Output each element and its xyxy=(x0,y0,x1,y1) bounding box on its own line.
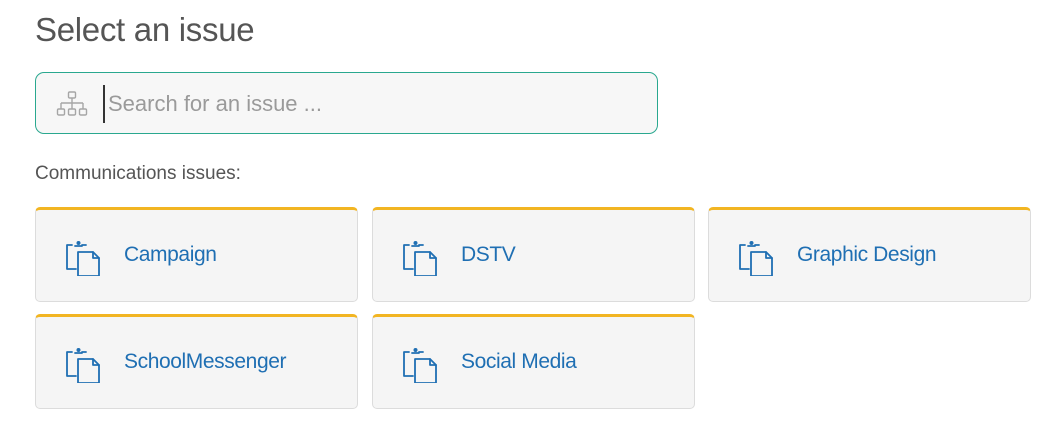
issue-card-graphic-design[interactable]: Graphic Design xyxy=(708,207,1031,302)
clipboard-icon xyxy=(66,241,100,276)
issue-selection-page: Select an issue Communications issues: C… xyxy=(0,0,1038,425)
search-input[interactable] xyxy=(103,85,633,123)
search-box[interactable] xyxy=(35,72,658,134)
clipboard-icon xyxy=(66,348,100,383)
issue-label: Social Media xyxy=(461,350,577,373)
page-title: Select an issue xyxy=(35,11,255,48)
issue-label: DSTV xyxy=(461,243,516,266)
issue-label: SchoolMessenger xyxy=(124,350,287,373)
issue-card-schoolmessenger[interactable]: SchoolMessenger xyxy=(35,314,358,409)
issue-label: Campaign xyxy=(124,243,217,266)
issue-card-dstv[interactable]: DSTV xyxy=(372,207,695,302)
issue-card-social-media[interactable]: Social Media xyxy=(372,314,695,409)
issue-label: Graphic Design xyxy=(797,243,937,266)
clipboard-icon xyxy=(403,348,437,383)
section-label: Communications issues: xyxy=(35,163,241,184)
sitemap-icon xyxy=(56,91,88,116)
clipboard-icon xyxy=(403,241,437,276)
clipboard-icon xyxy=(739,241,773,276)
issue-card-campaign[interactable]: Campaign xyxy=(35,207,358,302)
